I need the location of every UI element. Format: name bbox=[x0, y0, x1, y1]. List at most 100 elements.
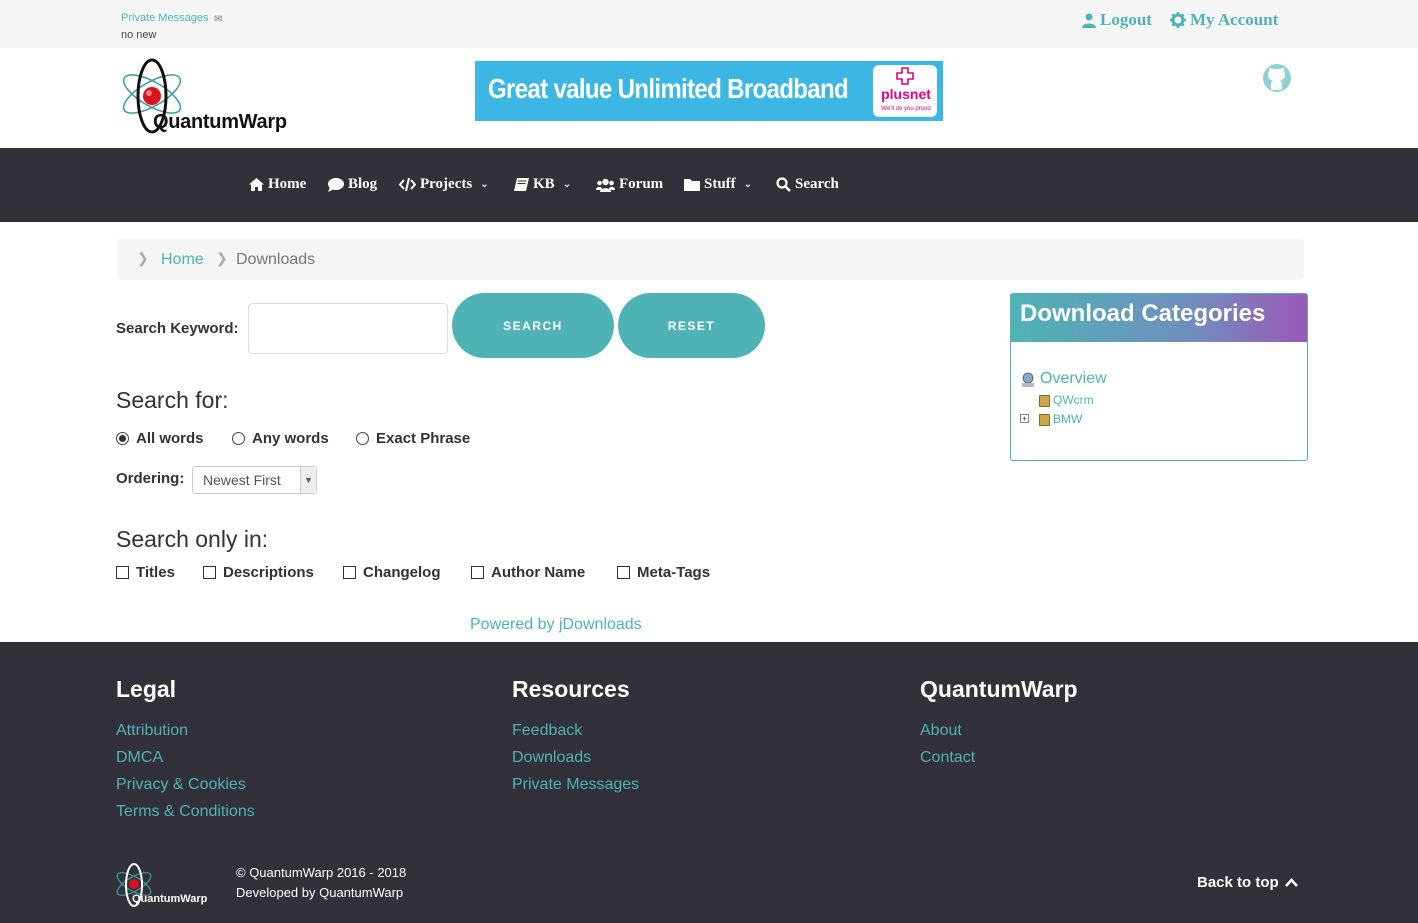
banner-text: Great value Unlimited Broadband bbox=[488, 73, 849, 104]
my-account-label: My Account bbox=[1190, 10, 1279, 29]
category-bmw[interactable]: BMW bbox=[1053, 412, 1082, 426]
footer-link-privacy[interactable]: Privacy & Cookies bbox=[116, 776, 246, 794]
category-qwcrm[interactable]: QWcrm bbox=[1053, 393, 1094, 407]
radio-exact-phrase[interactable]: Exact Phrase bbox=[356, 430, 470, 447]
folder-icon bbox=[684, 179, 700, 191]
checkbox[interactable] bbox=[116, 566, 129, 579]
developed-by-text: Developed by QuantumWarp bbox=[236, 885, 404, 900]
ordering-value: Newest First bbox=[203, 472, 281, 488]
radio-any-words-label: Any words bbox=[252, 430, 329, 447]
expand-icon[interactable]: + bbox=[1020, 414, 1029, 423]
chevron-down-icon: ⌄ bbox=[562, 179, 572, 190]
breadcrumb-home[interactable]: Home bbox=[161, 251, 204, 269]
footer-quantumwarp-heading: QuantumWarp bbox=[920, 676, 1078, 702]
nav-search[interactable]: Search bbox=[776, 176, 839, 193]
nav-blog-label: Blog bbox=[348, 176, 378, 192]
check-descriptions[interactable]: Descriptions bbox=[203, 564, 314, 581]
nav-projects-label: Projects bbox=[420, 176, 473, 192]
footer-logo-text: QuantumWarp bbox=[132, 893, 208, 905]
footer-legal-heading: Legal bbox=[116, 676, 177, 702]
check-titles-label: Titles bbox=[136, 564, 175, 581]
reset-button[interactable]: RESET bbox=[618, 293, 765, 358]
home-icon bbox=[249, 178, 264, 191]
footer-link-about[interactable]: About bbox=[920, 722, 962, 740]
search-keyword-input[interactable] bbox=[248, 303, 448, 354]
book-icon bbox=[514, 178, 529, 191]
logout-label: Logout bbox=[1100, 10, 1152, 29]
category-overview[interactable]: Overview bbox=[1040, 370, 1107, 388]
nav-search-label: Search bbox=[795, 176, 839, 192]
copyright-text: © QuantumWarp 2016 - 2018 bbox=[236, 865, 407, 880]
checkbox[interactable] bbox=[343, 566, 356, 579]
footer-link-attribution[interactable]: Attribution bbox=[116, 722, 188, 740]
nav-home[interactable]: Home bbox=[249, 176, 306, 193]
envelope-icon: ✉ bbox=[214, 14, 223, 25]
powered-by-link[interactable]: Powered by jDownloads bbox=[470, 616, 642, 634]
chevron-down-icon[interactable]: ▼ bbox=[300, 467, 316, 493]
logout-link[interactable]: Logout bbox=[1082, 10, 1152, 30]
categories-title: Download Categories bbox=[1020, 300, 1266, 327]
radio-any-words[interactable]: Any words bbox=[232, 430, 329, 447]
plus-icon bbox=[896, 67, 914, 85]
users-icon bbox=[596, 178, 615, 192]
private-messages-link[interactable]: Private Messages bbox=[121, 12, 208, 24]
nav-stuff-label: Stuff bbox=[704, 176, 736, 192]
search-for-heading: Search for: bbox=[116, 387, 229, 413]
folder-icon bbox=[1039, 395, 1050, 407]
footer-link-contact[interactable]: Contact bbox=[920, 749, 975, 767]
folder-icon bbox=[1039, 414, 1050, 426]
github-icon[interactable] bbox=[1262, 63, 1292, 93]
globe-user-icon bbox=[1022, 372, 1034, 387]
gear-icon bbox=[1170, 12, 1186, 28]
nav-forum[interactable]: Forum bbox=[596, 176, 663, 193]
nav-projects[interactable]: Projects ⌄ bbox=[399, 176, 489, 193]
chevron-right-icon: ❯ bbox=[216, 250, 228, 266]
ordering-label: Ordering: bbox=[116, 470, 185, 487]
check-meta-tags[interactable]: Meta-Tags bbox=[617, 564, 710, 581]
my-account-link[interactable]: My Account bbox=[1170, 10, 1278, 30]
search-only-heading: Search only in: bbox=[116, 526, 269, 552]
checkbox[interactable] bbox=[471, 566, 484, 579]
banner-tagline: We'll do you proud bbox=[881, 106, 931, 112]
footer-link-feedback[interactable]: Feedback bbox=[512, 722, 582, 740]
search-icon bbox=[776, 177, 791, 192]
check-author-name[interactable]: Author Name bbox=[471, 564, 585, 581]
nav-blog[interactable]: Blog bbox=[328, 176, 377, 193]
checkbox[interactable] bbox=[203, 566, 216, 579]
footer-link-private-messages[interactable]: Private Messages bbox=[512, 776, 639, 794]
nav-stuff[interactable]: Stuff ⌄ bbox=[684, 176, 752, 193]
chevron-up-icon bbox=[1284, 878, 1298, 887]
back-to-top-label: Back to top bbox=[1197, 874, 1279, 891]
radio-button[interactable] bbox=[356, 432, 369, 445]
chevron-down-icon: ⌄ bbox=[743, 179, 753, 190]
back-to-top-link[interactable]: Back to top bbox=[1197, 874, 1298, 891]
footer-link-downloads[interactable]: Downloads bbox=[512, 749, 591, 767]
comment-icon bbox=[328, 177, 344, 192]
ordering-select[interactable]: Newest First ▼ bbox=[192, 466, 317, 494]
search-button[interactable]: SEARCH bbox=[452, 293, 614, 358]
radio-button[interactable] bbox=[232, 432, 245, 445]
check-titles[interactable]: Titles bbox=[116, 564, 175, 581]
user-icon bbox=[1082, 13, 1096, 28]
breadcrumb-current: Downloads bbox=[236, 251, 316, 268]
logo-text: QuantumWarp bbox=[153, 111, 287, 133]
radio-all-words-label: All words bbox=[136, 430, 204, 447]
check-meta-tags-label: Meta-Tags bbox=[637, 564, 711, 581]
nav-home-label: Home bbox=[268, 176, 307, 192]
footer-link-terms[interactable]: Terms & Conditions bbox=[116, 803, 255, 821]
radio-all-words[interactable]: All words bbox=[116, 430, 204, 447]
radio-button[interactable] bbox=[116, 432, 129, 445]
footer-link-dmca[interactable]: DMCA bbox=[116, 749, 163, 767]
advert-banner[interactable]: Great value Unlimited Broadband plusnet … bbox=[475, 61, 943, 121]
nav-kb[interactable]: KB ⌄ bbox=[514, 176, 571, 193]
footer-resources-heading: Resources bbox=[512, 676, 630, 702]
check-changelog-label: Changelog bbox=[363, 564, 441, 581]
pm-status-text: no new bbox=[121, 29, 157, 41]
check-changelog[interactable]: Changelog bbox=[343, 564, 441, 581]
chevron-down-icon: ⌄ bbox=[480, 179, 489, 190]
check-descriptions-label: Descriptions bbox=[223, 564, 314, 581]
checkbox[interactable] bbox=[617, 566, 630, 579]
code-icon bbox=[399, 178, 416, 191]
nav-kb-label: KB bbox=[533, 176, 555, 192]
banner-brand: plusnet bbox=[881, 86, 931, 102]
